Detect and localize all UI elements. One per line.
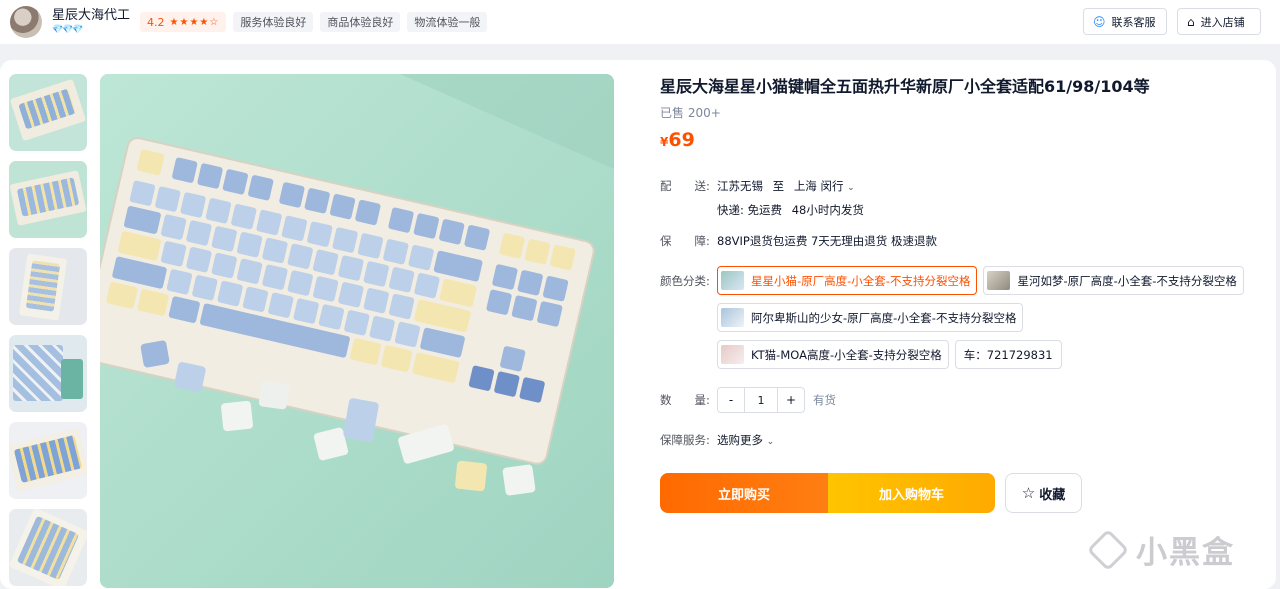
service-selector[interactable]: 选购更多 ⌄: [717, 432, 774, 448]
star-icon: ☆: [1021, 484, 1036, 502]
favorite-button[interactable]: ☆ 收藏: [1005, 473, 1082, 513]
thumbnail-3[interactable]: [9, 248, 87, 325]
thumbnail-2[interactable]: [9, 161, 87, 238]
service-row: 保障服务: 选购更多 ⌄: [660, 432, 774, 448]
add-to-cart-button[interactable]: 加入购物车: [828, 473, 995, 513]
quantity-label: 数 量:: [660, 393, 710, 407]
service-value: 选购更多: [717, 433, 763, 447]
quantity-input[interactable]: 1: [744, 388, 778, 412]
option-label: 阿尔卑斯山的少女-原厂高度-小全套-不支持分裂空格: [751, 310, 1017, 325]
option-swatch: [721, 308, 744, 327]
shop-tag-product: 商品体验良好: [320, 12, 401, 32]
rating-score: 4.2: [147, 15, 165, 29]
color-options: 星星小猫-原厂高度-小全套-不支持分裂空格 星河如梦-原厂高度-小全套-不支持分…: [717, 266, 1257, 377]
color-row: 颜色分类: 星星小猫-原厂高度-小全套-不支持分裂空格 星河如梦-原厂高度-小全…: [660, 266, 1257, 377]
thumbnail-list: [7, 72, 89, 589]
thumbnail-1[interactable]: [7, 72, 89, 153]
customer-service-icon: ☺: [1093, 14, 1106, 29]
shop-level-badge: 💎💎💎: [52, 25, 84, 35]
shop-tag-logistics: 物流体验一般: [407, 12, 488, 32]
guarantee-text: 88VIP退货包运费 7天无理由退货 极速退款: [717, 234, 937, 248]
price-value: 69: [668, 129, 695, 151]
color-option-1[interactable]: 星星小猫-原厂高度-小全套-不支持分裂空格: [717, 266, 978, 295]
buy-now-button[interactable]: 立即购买: [660, 473, 828, 513]
quantity-stepper: - 1 + 有货: [717, 387, 836, 413]
option-swatch: [721, 271, 744, 290]
chevron-down-icon: ⌄: [847, 183, 855, 193]
sold-count: 已售 200+: [660, 106, 721, 120]
purchase-group: 立即购买 加入购物车: [660, 473, 995, 513]
price: ¥69: [660, 131, 1260, 150]
guarantee-row: 保 障: 88VIP退货包运费 7天无理由退货 极速退款: [660, 233, 937, 249]
shop-tag-service: 服务体验良好: [233, 12, 314, 32]
quantity-minus-button[interactable]: -: [718, 388, 744, 412]
shop-name[interactable]: 星辰大海代工: [52, 9, 130, 22]
service-label: 保障服务:: [660, 433, 710, 447]
color-label: 颜色分类:: [660, 274, 710, 288]
thumbnail-5[interactable]: [9, 422, 87, 499]
quantity-plus-button[interactable]: +: [778, 388, 804, 412]
option-label: KT猫-MOA高度-小全套-支持分裂空格: [751, 347, 942, 362]
watermark-logo-icon: [1086, 528, 1130, 571]
store-icon: ⌂: [1187, 14, 1195, 29]
enter-store-label: 进入店铺: [1200, 15, 1245, 29]
watermark-text: 小黑盒: [1136, 535, 1235, 571]
option-label: 车：721729831: [963, 347, 1053, 362]
rating-stars-icon: ★★★★☆: [169, 16, 220, 28]
shipping-label: 配 送:: [660, 179, 710, 193]
enter-store-button[interactable]: ⌂ 进入店铺: [1177, 8, 1261, 35]
product-card: 星辰大海星星小猫键帽全五面热升华新原厂小全套适配61/98/104等 已售 20…: [0, 60, 1276, 589]
thumbnail-4[interactable]: [9, 335, 87, 412]
shop-name-block: 星辰大海代工 💎💎💎: [52, 9, 130, 35]
shipping-row: 配 送: 江苏无锡 至 上海 闵行 ⌄ 快递: 免运费 48小时内发货: [660, 178, 864, 218]
option-swatch: [721, 345, 744, 364]
watermark: 小黑盒: [1086, 527, 1235, 572]
contact-service-label: 联系客服: [1111, 15, 1156, 29]
color-option-4[interactable]: KT猫-MOA高度-小全套-支持分裂空格: [717, 340, 949, 369]
guarantee-label: 保 障:: [660, 234, 710, 248]
product-info: 星辰大海星星小猫键帽全五面热升华新原厂小全套适配61/98/104等 已售 20…: [660, 76, 1260, 513]
shop-avatar[interactable]: [10, 6, 42, 38]
quantity-row: 数 量: - 1 + 有货: [660, 387, 836, 413]
color-option-3[interactable]: 阿尔卑斯山的少女-原厂高度-小全套-不支持分裂空格: [717, 303, 1024, 332]
dispatch-time: 48小时内发货: [791, 203, 864, 217]
express-fee: 快递: 免运费: [717, 203, 783, 217]
ship-to-word: 至: [772, 179, 785, 193]
ship-to: 上海 闵行: [793, 179, 844, 193]
shop-header: 星辰大海代工 💎💎💎 4.2 ★★★★☆ 服务体验良好 商品体验良好 物流体验一…: [0, 0, 1280, 44]
favorite-label: 收藏: [1039, 487, 1066, 503]
thumbnail-6[interactable]: [9, 509, 87, 586]
shop-rating: 4.2 ★★★★☆: [140, 12, 227, 32]
chevron-down-icon: ⌄: [766, 437, 775, 447]
ship-to-selector[interactable]: 上海 闵行 ⌄: [794, 179, 855, 193]
keyboard-illustration: [100, 74, 614, 588]
contact-service-button[interactable]: ☺ 联系客服: [1083, 8, 1167, 35]
ship-from: 江苏无锡: [717, 179, 763, 193]
action-buttons: 立即购买 加入购物车 ☆ 收藏: [660, 473, 1082, 513]
option-label: 星河如梦-原厂高度-小全套-不支持分裂空格: [1017, 273, 1237, 288]
stock-status: 有货: [813, 393, 836, 407]
option-swatch: [987, 271, 1011, 290]
main-product-image[interactable]: [100, 74, 614, 588]
color-option-2[interactable]: 星河如梦-原厂高度-小全套-不支持分裂空格: [983, 266, 1244, 295]
color-option-5[interactable]: 车：721729831: [954, 340, 1062, 369]
option-label: 星星小猫-原厂高度-小全套-不支持分裂空格: [751, 273, 971, 288]
product-title: 星辰大海星星小猫键帽全五面热升华新原厂小全套适配61/98/104等: [660, 77, 1150, 96]
